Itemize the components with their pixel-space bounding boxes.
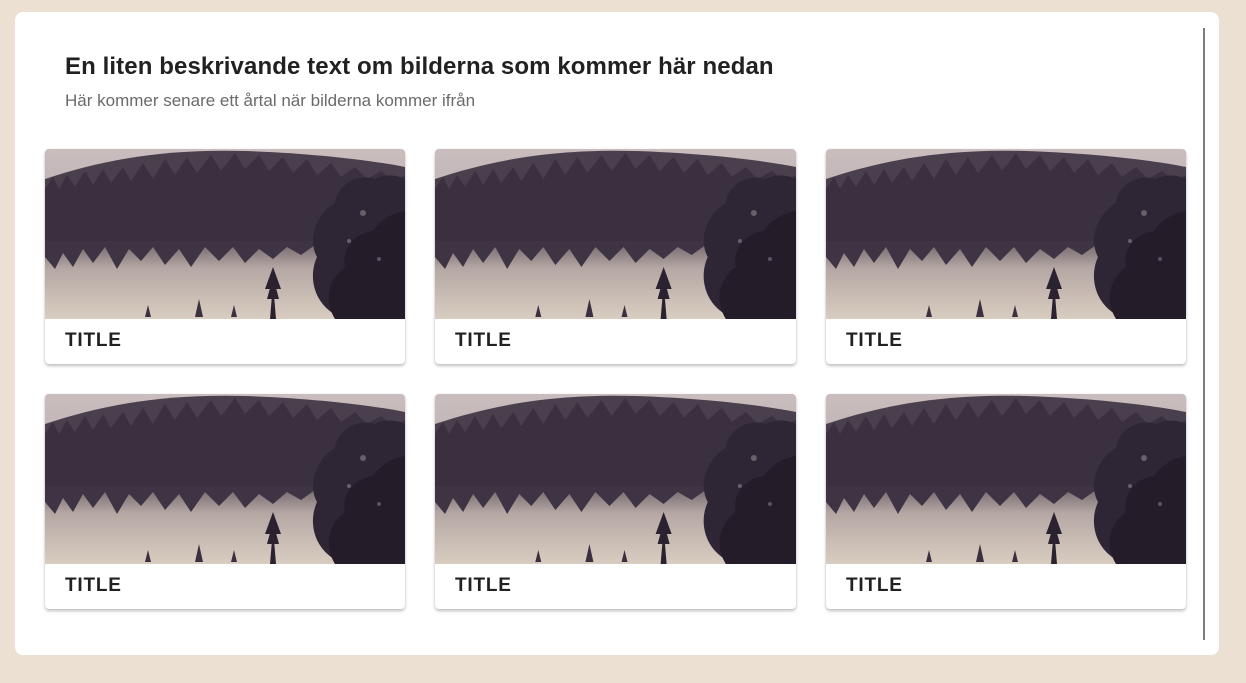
card-image (826, 394, 1186, 564)
card-grid: TITLE TITLE TITLE TITLE TITLE TITLE (45, 149, 1186, 609)
card-title: TITLE (455, 330, 512, 351)
card-title: TITLE (455, 575, 512, 596)
card-image (435, 394, 796, 564)
gallery-card[interactable]: TITLE (826, 394, 1186, 609)
page-subtitle: Här kommer senare ett årtal när bilderna… (65, 91, 476, 110)
gallery-card[interactable]: TITLE (45, 394, 405, 609)
gallery-panel: En liten beskrivande text om bilderna so… (15, 12, 1219, 655)
gallery-card[interactable]: TITLE (435, 149, 796, 364)
scrollbar-thumb[interactable] (1203, 28, 1205, 640)
card-image (45, 149, 405, 319)
card-image (45, 394, 405, 564)
gallery-card[interactable]: TITLE (826, 149, 1186, 364)
card-image (435, 149, 796, 319)
card-image (826, 149, 1186, 319)
gallery-card[interactable]: TITLE (435, 394, 796, 609)
card-title: TITLE (65, 575, 122, 596)
card-title: TITLE (846, 330, 903, 351)
vertical-scrollbar[interactable] (1203, 28, 1205, 640)
card-title: TITLE (846, 575, 903, 596)
card-title: TITLE (65, 330, 122, 351)
page-title: En liten beskrivande text om bilderna so… (65, 53, 774, 80)
gallery-card[interactable]: TITLE (45, 149, 405, 364)
